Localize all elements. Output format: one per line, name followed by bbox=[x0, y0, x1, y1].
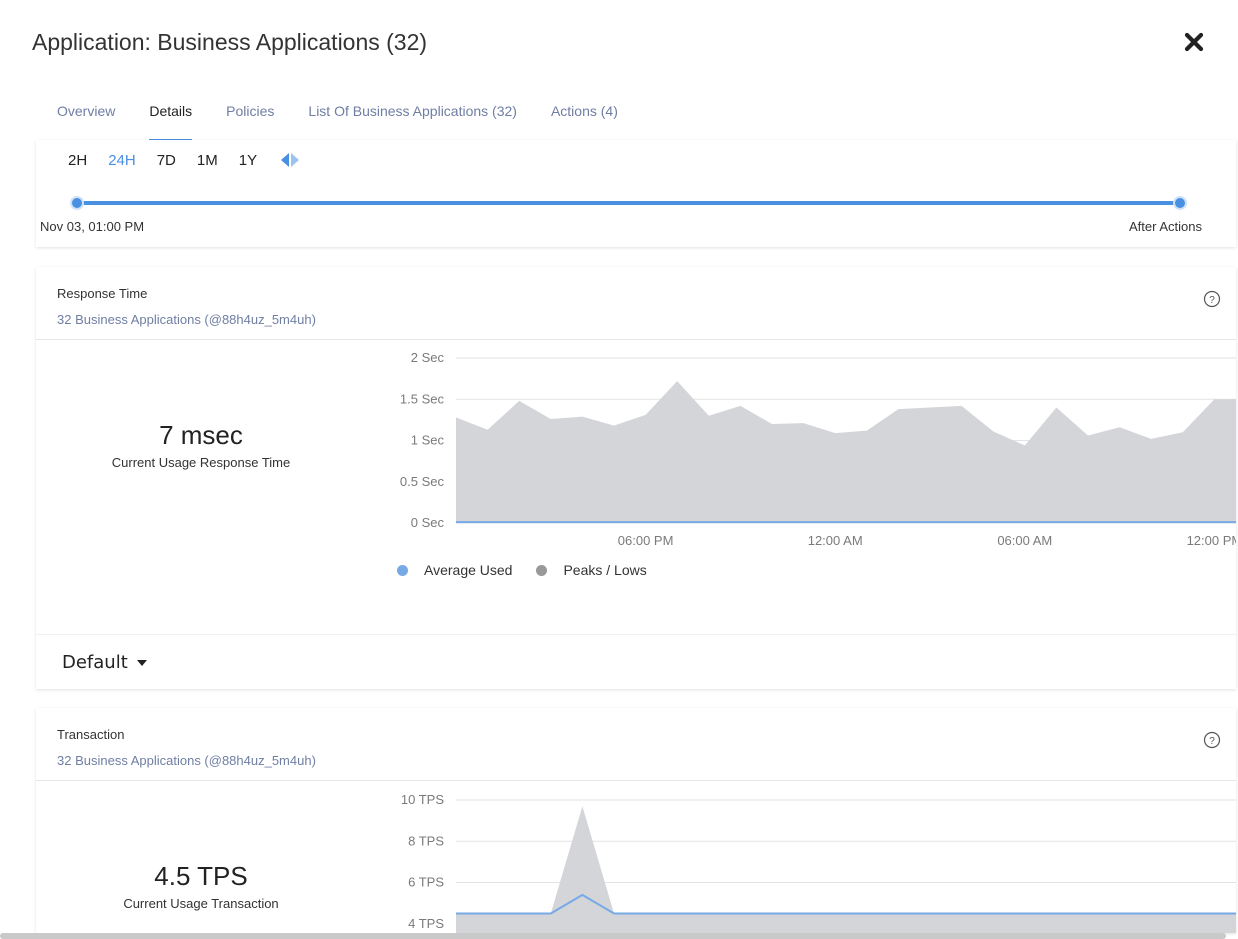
chevron-down-icon bbox=[136, 659, 147, 666]
tab-details[interactable]: Details bbox=[149, 100, 192, 142]
svg-text:?: ? bbox=[1209, 295, 1215, 306]
divider bbox=[36, 780, 1236, 781]
help-icon[interactable]: ? bbox=[1203, 290, 1221, 308]
range-24h-button[interactable]: 24H bbox=[108, 152, 136, 169]
x-tick-label: 12:00 PM bbox=[1187, 533, 1236, 547]
tab-list-of-business-applications[interactable]: List Of Business Applications (32) bbox=[308, 100, 517, 142]
time-slider-track[interactable] bbox=[78, 201, 1181, 205]
prev-next-arrows-icon[interactable] bbox=[278, 151, 302, 169]
transaction-chart: 4 TPS 6 TPS 8 TPS 10 TPS bbox=[401, 792, 1236, 933]
tab-policies[interactable]: Policies bbox=[226, 100, 274, 142]
range-1y-button[interactable]: 1Y bbox=[239, 152, 257, 169]
x-tick-label: 12:00 AM bbox=[808, 533, 863, 547]
dropdown-value: Default bbox=[62, 652, 128, 673]
card-subtitle: 32 Business Applications (@88h4uz_5m4uh) bbox=[57, 312, 316, 327]
legend-peaks-lows[interactable]: Peaks / Lows bbox=[536, 562, 647, 578]
response-time-card: Response Time 32 Business Applications (… bbox=[36, 267, 1236, 689]
x-tick-label: 06:00 AM bbox=[997, 533, 1052, 547]
current-value: 4.5 TPS bbox=[154, 861, 248, 891]
tab-overview[interactable]: Overview bbox=[57, 100, 115, 142]
legend-dot bbox=[536, 564, 548, 576]
current-value: 7 msec bbox=[159, 420, 243, 450]
slider-start-handle[interactable] bbox=[70, 196, 84, 210]
current-value-caption: Current Usage Response Time bbox=[111, 455, 291, 470]
current-value-caption: Current Usage Transaction bbox=[123, 896, 279, 911]
y-tick-label: 6 TPS bbox=[408, 875, 444, 890]
card-title: Transaction bbox=[57, 727, 125, 742]
close-button[interactable] bbox=[1182, 30, 1206, 54]
chart-legend: Average Used Peaks / Lows bbox=[397, 562, 671, 578]
card-subtitle: 32 Business Applications (@88h4uz_5m4uh) bbox=[57, 753, 316, 768]
tab-actions[interactable]: Actions (4) bbox=[551, 100, 618, 142]
help-icon[interactable]: ? bbox=[1203, 731, 1221, 749]
range-1m-button[interactable]: 1M bbox=[197, 152, 218, 169]
slider-end-label: After Actions bbox=[1129, 219, 1202, 234]
divider bbox=[36, 339, 1236, 340]
range-7d-button[interactable]: 7D bbox=[157, 152, 176, 169]
legend-average-used[interactable]: Average Used bbox=[397, 562, 512, 578]
horizontal-scrollbar[interactable] bbox=[0, 933, 1226, 939]
y-tick-label: 0 Sec bbox=[411, 515, 445, 530]
y-tick-label: 0.5 Sec bbox=[400, 474, 445, 489]
modal-header: Application: Business Applications (32) bbox=[0, 0, 1238, 90]
transaction-card: Transaction 32 Business Applications (@8… bbox=[36, 708, 1236, 933]
view-dropdown[interactable]: Default bbox=[62, 652, 152, 673]
y-tick-label: 10 TPS bbox=[401, 792, 444, 807]
x-tick-label: 06:00 PM bbox=[618, 533, 674, 547]
close-icon bbox=[1184, 32, 1204, 52]
response-time-chart: 0 Sec 0.5 Sec 1 Sec 1.5 Sec 2 Sec 06:00 PM 12:… bbox=[400, 350, 1236, 547]
divider bbox=[36, 634, 1236, 635]
y-tick-label: 2 Sec bbox=[411, 350, 445, 365]
time-range-panel: 2H 24H 7D 1M 1Y Nov 03, 01:00 PM After A… bbox=[36, 140, 1236, 247]
y-tick-label: 8 TPS bbox=[408, 833, 444, 848]
y-tick-label: 1 Sec bbox=[411, 433, 445, 448]
legend-label: Average Used bbox=[424, 562, 513, 578]
y-tick-label: 4 TPS bbox=[408, 916, 444, 931]
page-title: Application: Business Applications (32) bbox=[32, 29, 428, 55]
y-tick-label: 1.5 Sec bbox=[400, 391, 445, 406]
time-range-buttons: 2H 24H 7D 1M 1Y bbox=[68, 151, 302, 169]
tab-bar: Overview Details Policies List Of Busine… bbox=[57, 100, 652, 142]
card-title: Response Time bbox=[57, 286, 148, 301]
legend-dot bbox=[397, 564, 408, 576]
series-peaks-lows-area bbox=[456, 381, 1236, 523]
slider-end-handle[interactable] bbox=[1173, 196, 1187, 210]
range-2h-button[interactable]: 2H bbox=[68, 152, 87, 169]
svg-text:?: ? bbox=[1209, 736, 1215, 747]
legend-label: Peaks / Lows bbox=[563, 562, 647, 578]
slider-start-label: Nov 03, 01:00 PM bbox=[40, 219, 145, 234]
